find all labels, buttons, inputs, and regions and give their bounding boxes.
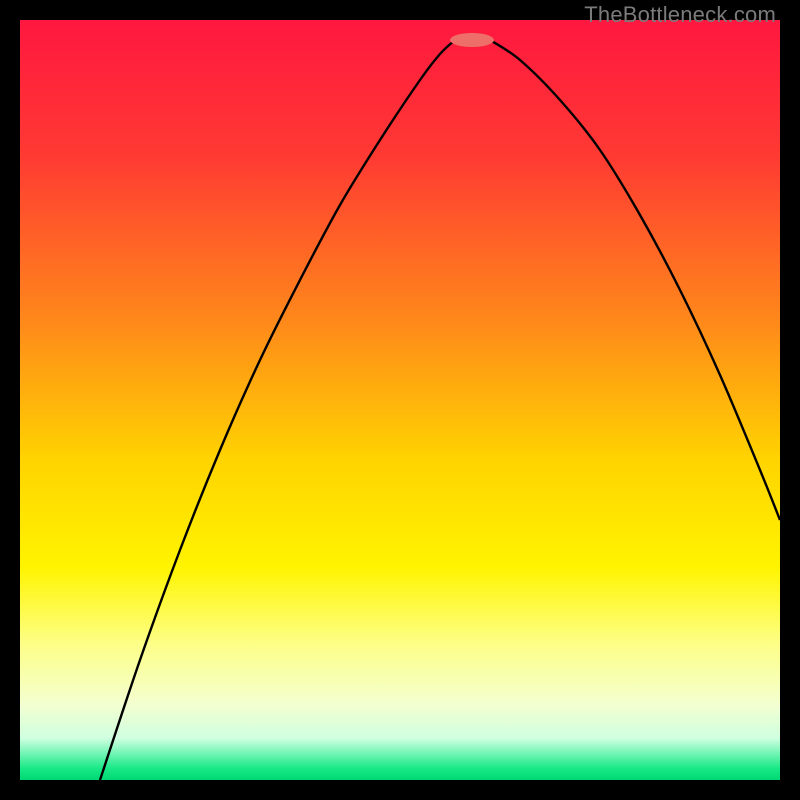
gradient-background: [20, 20, 780, 780]
bottleneck-chart: [20, 20, 780, 780]
chart-frame: [20, 20, 780, 780]
watermark-text: TheBottleneck.com: [584, 2, 776, 28]
minimum-marker: [450, 33, 494, 47]
